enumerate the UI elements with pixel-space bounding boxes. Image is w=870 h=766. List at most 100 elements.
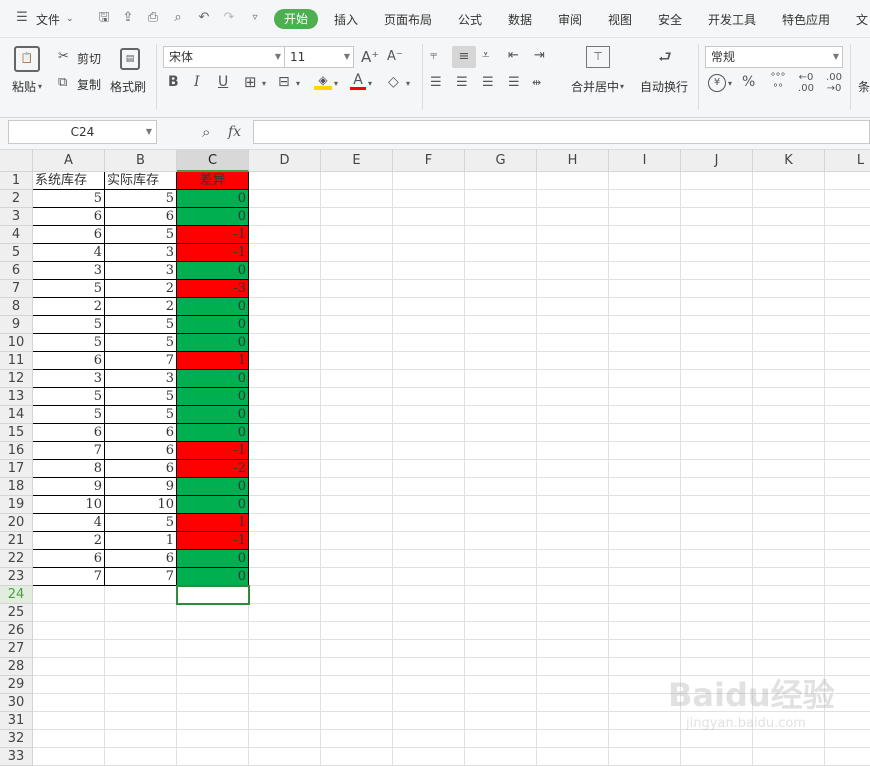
cell-g31[interactable]	[465, 712, 537, 730]
cell-b26[interactable]	[105, 622, 177, 640]
row-header-20[interactable]: 20	[0, 514, 33, 532]
cell-c26[interactable]	[177, 622, 249, 640]
align-middle-icon[interactable]: ≡	[452, 46, 476, 68]
cell-l1[interactable]	[825, 172, 870, 190]
column-header-b[interactable]: B	[105, 150, 177, 172]
column-header-i[interactable]: I	[609, 150, 681, 172]
cell-h27[interactable]	[537, 640, 609, 658]
cell-g10[interactable]	[465, 334, 537, 352]
cell-k9[interactable]	[753, 316, 825, 334]
cell-j5[interactable]	[681, 244, 753, 262]
cell-c30[interactable]	[177, 694, 249, 712]
underline-icon[interactable]: U	[218, 74, 228, 90]
cell-l18[interactable]	[825, 478, 870, 496]
cell-c31[interactable]	[177, 712, 249, 730]
cell-k20[interactable]	[753, 514, 825, 532]
column-header-g[interactable]: G	[465, 150, 537, 172]
cell-h29[interactable]	[537, 676, 609, 694]
cell-a17[interactable]: 8	[33, 460, 105, 478]
cell-b7[interactable]: 2	[105, 280, 177, 298]
cell-e4[interactable]	[321, 226, 393, 244]
cell-f29[interactable]	[393, 676, 465, 694]
cell-f2[interactable]	[393, 190, 465, 208]
cell-l10[interactable]	[825, 334, 870, 352]
cell-b3[interactable]: 6	[105, 208, 177, 226]
cell-i26[interactable]	[609, 622, 681, 640]
cell-a22[interactable]: 6	[33, 550, 105, 568]
format-painter-button[interactable]: 格式刷	[110, 78, 146, 95]
cell-l8[interactable]	[825, 298, 870, 316]
cell-g25[interactable]	[465, 604, 537, 622]
column-header-d[interactable]: D	[249, 150, 321, 172]
file-menu[interactable]: 文件	[36, 11, 60, 28]
cell-b16[interactable]: 6	[105, 442, 177, 460]
cell-d19[interactable]	[249, 496, 321, 514]
column-header-c[interactable]: C	[177, 150, 249, 172]
cell-e33[interactable]	[321, 748, 393, 766]
tab-more[interactable]: 文	[856, 11, 868, 28]
scissors-icon[interactable]: ✂	[58, 49, 69, 65]
cell-c33[interactable]	[177, 748, 249, 766]
row-header-24[interactable]: 24	[0, 586, 33, 604]
cell-b9[interactable]: 5	[105, 316, 177, 334]
format-painter-icon[interactable]: ▤	[120, 48, 140, 70]
column-header-a[interactable]: A	[33, 150, 105, 172]
cell-a15[interactable]: 6	[33, 424, 105, 442]
tab-home[interactable]: 开始	[274, 9, 318, 29]
cell-e22[interactable]	[321, 550, 393, 568]
cell-l3[interactable]	[825, 208, 870, 226]
wrap-text-button[interactable]: 自动换行	[640, 78, 688, 95]
cell-e30[interactable]	[321, 694, 393, 712]
tab-insert[interactable]: 插入	[334, 11, 358, 28]
cell-b10[interactable]: 5	[105, 334, 177, 352]
cell-l4[interactable]	[825, 226, 870, 244]
chevron-down-icon[interactable]: ⌄	[66, 11, 74, 27]
cell-j8[interactable]	[681, 298, 753, 316]
cell-h22[interactable]	[537, 550, 609, 568]
cell-h20[interactable]	[537, 514, 609, 532]
cell-h7[interactable]	[537, 280, 609, 298]
cell-l11[interactable]	[825, 352, 870, 370]
cell-g1[interactable]	[465, 172, 537, 190]
cell-h33[interactable]	[537, 748, 609, 766]
cell-c28[interactable]	[177, 658, 249, 676]
cell-a25[interactable]	[33, 604, 105, 622]
font-color-icon[interactable]: A	[350, 72, 366, 90]
cell-i27[interactable]	[609, 640, 681, 658]
cell-k7[interactable]	[753, 280, 825, 298]
cell-b6[interactable]: 3	[105, 262, 177, 280]
cell-l7[interactable]	[825, 280, 870, 298]
cell-e2[interactable]	[321, 190, 393, 208]
cell-g2[interactable]	[465, 190, 537, 208]
cell-b24[interactable]	[105, 586, 177, 604]
cell-f7[interactable]	[393, 280, 465, 298]
cell-a18[interactable]: 9	[33, 478, 105, 496]
cell-g9[interactable]	[465, 316, 537, 334]
cell-b8[interactable]: 2	[105, 298, 177, 316]
cell-b12[interactable]: 3	[105, 370, 177, 388]
cell-h23[interactable]	[537, 568, 609, 586]
cell-a14[interactable]: 5	[33, 406, 105, 424]
cell-d7[interactable]	[249, 280, 321, 298]
cell-c15[interactable]: 0	[177, 424, 249, 442]
cell-e16[interactable]	[321, 442, 393, 460]
cell-k18[interactable]	[753, 478, 825, 496]
select-all-corner[interactable]	[0, 150, 33, 172]
row-header-11[interactable]: 11	[0, 352, 33, 370]
cell-g26[interactable]	[465, 622, 537, 640]
cell-c19[interactable]: 0	[177, 496, 249, 514]
cell-j14[interactable]	[681, 406, 753, 424]
cell-l23[interactable]	[825, 568, 870, 586]
row-header-27[interactable]: 27	[0, 640, 33, 658]
cell-b21[interactable]: 1	[105, 532, 177, 550]
align-bottom-icon[interactable]: ⩡	[482, 48, 489, 64]
formula-input[interactable]	[253, 120, 870, 144]
cell-d25[interactable]	[249, 604, 321, 622]
cell-i5[interactable]	[609, 244, 681, 262]
row-header-28[interactable]: 28	[0, 658, 33, 676]
cell-h25[interactable]	[537, 604, 609, 622]
cell-g14[interactable]	[465, 406, 537, 424]
chevron-down-icon[interactable]: ▾	[262, 76, 266, 92]
cell-e7[interactable]	[321, 280, 393, 298]
cell-a27[interactable]	[33, 640, 105, 658]
